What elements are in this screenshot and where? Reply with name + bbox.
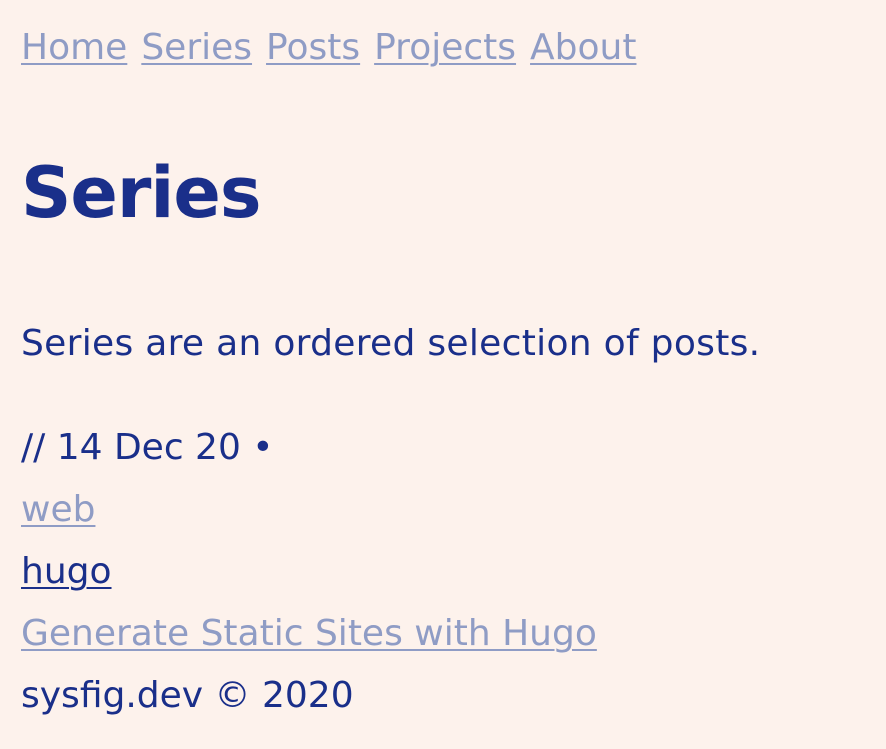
page-intro: Series are an ordered selection of posts… [21, 323, 761, 364]
footer-copyright: sysfig.dev © 2020 [21, 675, 354, 716]
page-title: Series [21, 152, 262, 234]
post-title-link[interactable]: Generate Static Sites with Hugo [21, 610, 597, 658]
main-nav: Home Series Posts Projects About [21, 26, 636, 70]
nav-posts-link[interactable]: Posts [266, 26, 360, 70]
tag-web-link[interactable]: web [21, 486, 95, 534]
nav-series-link[interactable]: Series [141, 26, 252, 70]
tag-hugo-link[interactable]: hugo [21, 548, 112, 596]
post-date-meta: // 14 Dec 20 • [21, 427, 274, 468]
nav-about-link[interactable]: About [530, 26, 636, 70]
nav-projects-link[interactable]: Projects [374, 26, 516, 70]
nav-home-link[interactable]: Home [21, 26, 127, 70]
